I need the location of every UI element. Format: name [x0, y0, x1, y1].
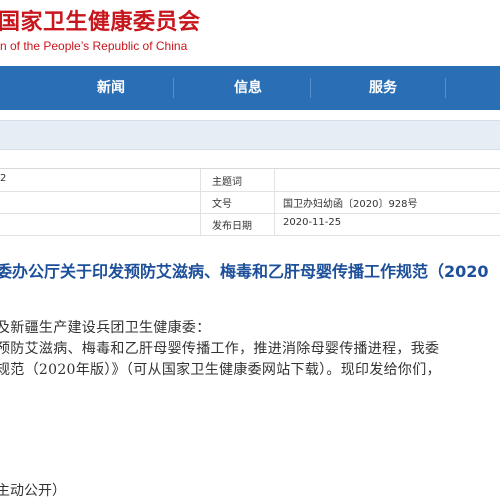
nav-item-news[interactable]: 新闻 — [97, 66, 125, 110]
meta-value-doc-number: 国卫办妇幼函〔2020〕928号 — [283, 199, 418, 210]
meta-row: 2 主题词 — [0, 169, 500, 192]
site-subtitle-en: n of the People’s Republic of China — [0, 39, 188, 53]
nav-divider — [173, 78, 174, 98]
meta-label-doc-number: 文号 — [212, 199, 232, 210]
site-title[interactable]: 国家卫生健康委员会 — [0, 4, 201, 36]
meta-divider — [274, 169, 275, 235]
disclosure-note: 主动公开） — [0, 483, 66, 499]
document-paragraph: 预防艾滋病、梅毒和乙肝母婴传播工作，推进消除母婴传播进程，我委 — [0, 341, 440, 357]
meta-label-publish-date: 发布日期 — [212, 221, 252, 232]
main-nav: 新闻 信息 服务 — [0, 66, 500, 110]
nav-item-service[interactable]: 服务 — [369, 66, 397, 110]
breadcrumb-bar — [0, 120, 500, 150]
meta-divider — [200, 169, 201, 235]
meta-row: 发布日期 2020-11-25 — [0, 213, 500, 236]
nav-divider — [310, 78, 311, 98]
nav-item-info[interactable]: 信息 — [234, 66, 262, 110]
document-paragraph: 规范（2020年版）》（可从国家卫生健康委网站下载）。现印发给你们， — [0, 362, 441, 378]
meta-row: 文号 国卫办妇幼函〔2020〕928号 — [0, 191, 500, 214]
meta-label-subject: 主题词 — [212, 177, 242, 188]
site-header: 国家卫生健康委员会 n of the People’s Republic of … — [0, 0, 500, 66]
document-paragraph: 及新疆生产建设兵团卫生健康委： — [0, 320, 211, 336]
meta-value-publish-date: 2020-11-25 — [283, 217, 342, 228]
meta-left-value: 2 — [0, 173, 7, 184]
nav-divider — [445, 78, 446, 98]
document-meta-table: 2 主题词 文号 国卫办妇幼函〔2020〕928号 发布日期 2020-11-2… — [0, 168, 500, 237]
document-title: 委办公厅关于印发预防艾滋病、梅毒和乙肝母婴传播工作规范（2020 — [0, 262, 489, 281]
